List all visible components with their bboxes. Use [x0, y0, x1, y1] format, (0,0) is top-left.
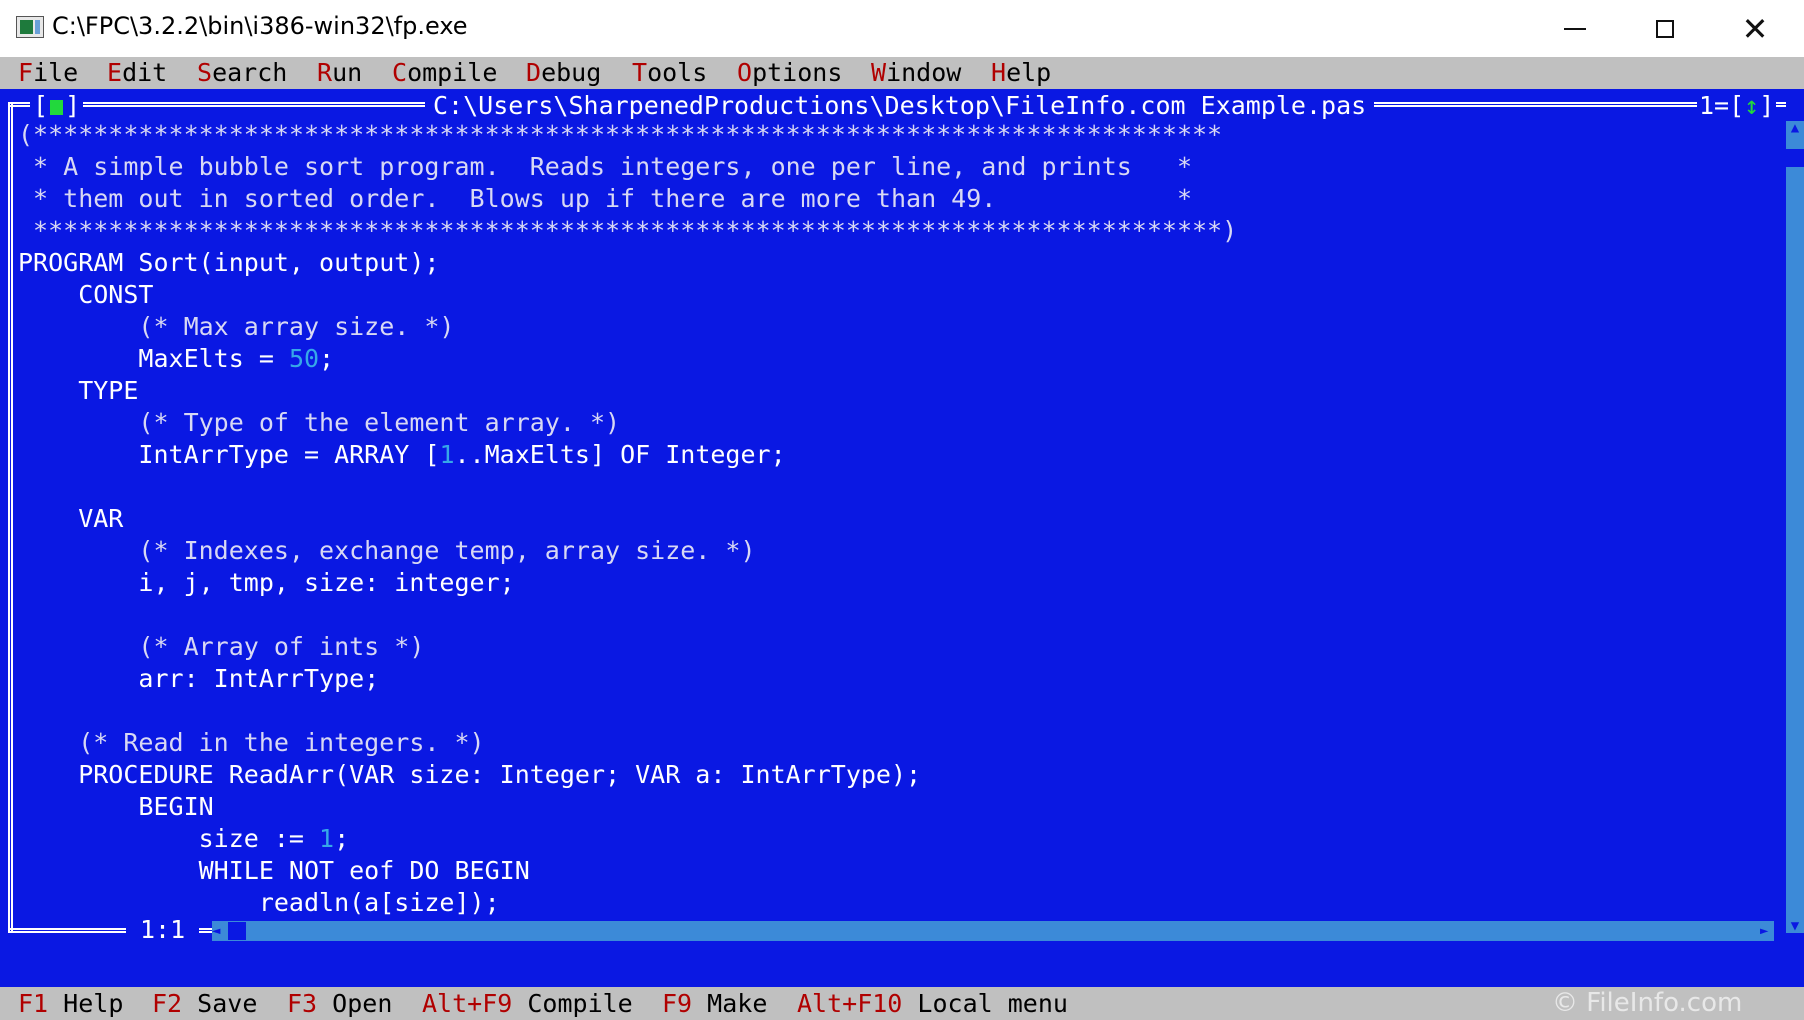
scroll-left-icon[interactable]: ◄ [212, 921, 226, 941]
code-token: ; [319, 344, 335, 373]
code-token: VAR [18, 504, 124, 533]
cursor-position: 1:1 [126, 915, 200, 945]
code-line[interactable]: BEGIN [18, 791, 214, 823]
menu-compile[interactable]: Compile [392, 57, 497, 89]
editor-window: [] C:\Users\SharpenedProductions\Desktop… [0, 89, 1804, 987]
code-line[interactable]: ****************************************… [18, 215, 1237, 247]
code-token: MaxElts = [18, 344, 289, 373]
code-number: 1 [319, 824, 335, 853]
code-comment: (* Max array size. *) [18, 312, 455, 341]
code-line[interactable]: (* Max array size. *) [18, 311, 455, 343]
minimize-icon [1564, 27, 1586, 30]
menu-options[interactable]: Options [737, 57, 842, 89]
code-comment: * A simple bubble sort program. Reads in… [18, 152, 1192, 181]
menu-run[interactable]: Run [317, 57, 362, 89]
zoom-icon[interactable]: ↕ [1744, 91, 1759, 120]
code-token: BEGIN [18, 792, 214, 821]
code-token: PROGRAM Sort(input, output); [18, 248, 440, 277]
code-line[interactable]: CONST [18, 279, 153, 311]
editor-file-title: C:\Users\SharpenedProductions\Desktop\Fi… [425, 91, 1375, 121]
code-comment: (* Array of ints *) [18, 632, 425, 661]
code-line[interactable]: i, j, tmp, size: integer; [18, 567, 515, 599]
code-line[interactable]: (* Indexes, exchange temp, array size. *… [18, 535, 756, 567]
status-f2-save[interactable]: F2 Save [152, 987, 257, 1020]
console-area: File Edit Search Run Compile Debug Tools… [0, 57, 1804, 1020]
code-comment: ****************************************… [18, 216, 1238, 245]
status-f1-help[interactable]: F1 Help [18, 987, 123, 1020]
close-window-icon [50, 100, 64, 115]
code-line[interactable]: PROCEDURE ReadArr(VAR size: Integer; VAR… [18, 759, 921, 791]
editor-frame-left [8, 102, 13, 933]
window-title-bar[interactable]: C:\FPC\3.2.2\bin\i386-win32\fp.exe ✕ [0, 0, 1804, 57]
code-token: PROCEDURE ReadArr(VAR size: Integer; VAR… [18, 760, 922, 789]
code-token: TYPE [18, 376, 139, 405]
watermark: © FileInfo.com [1552, 988, 1743, 1018]
vertical-scrollbar[interactable]: ▲ ▼ [1786, 121, 1804, 933]
close-icon: ✕ [1741, 9, 1769, 48]
code-line[interactable]: * A simple bubble sort program. Reads in… [18, 151, 1192, 183]
code-comment: (* Indexes, exchange temp, array size. *… [18, 536, 756, 565]
code-line[interactable]: VAR [18, 503, 123, 535]
code-editor[interactable]: (***************************************… [18, 119, 1778, 935]
menu-edit[interactable]: Edit [107, 57, 167, 89]
status-alt-f9-compile[interactable]: Alt+F9 Compile [422, 987, 633, 1020]
code-token: CONST [18, 280, 154, 309]
code-token: readln(a[size]); [18, 888, 500, 917]
code-line[interactable]: MaxElts = 50; [18, 343, 334, 375]
code-comment: (* Read in the integers. *) [18, 728, 485, 757]
code-token: IntArrType = ARRAY [ [18, 440, 440, 469]
code-line[interactable]: WHILE NOT eof DO BEGIN [18, 855, 530, 887]
status-alt-f10-local-menu[interactable]: Alt+F10 Local menu [797, 987, 1068, 1020]
code-line[interactable]: size := 1; [18, 823, 350, 855]
status-bar: F1 Help F2 Save F3 Open Alt+F9 Compile F… [0, 987, 1804, 1020]
window-title: C:\FPC\3.2.2\bin\i386-win32\fp.exe [52, 12, 468, 40]
menu-help[interactable]: Help [991, 57, 1051, 89]
maximize-button[interactable] [1620, 0, 1710, 57]
code-line[interactable]: (***************************************… [18, 119, 1222, 151]
editor-window-number[interactable]: 1=[↕] [1697, 91, 1777, 121]
scroll-down-icon[interactable]: ▼ [1787, 919, 1803, 933]
close-button[interactable]: ✕ [1710, 0, 1800, 57]
minimize-button[interactable] [1530, 0, 1620, 57]
menu-search[interactable]: Search [197, 57, 287, 89]
menu-tools[interactable]: Tools [632, 57, 707, 89]
editor-close-button[interactable]: [] [30, 91, 84, 121]
menu-file[interactable]: File [18, 57, 78, 89]
code-token: arr: IntArrType; [18, 664, 380, 693]
code-comment: * them out in sorted order. Blows up if … [18, 184, 1192, 213]
code-comment: (***************************************… [18, 120, 1223, 149]
code-line[interactable]: (* Array of ints *) [18, 631, 424, 663]
horizontal-scrollbar[interactable]: ◄ ► [212, 921, 1774, 941]
code-line[interactable]: (* Type of the element array. *) [18, 407, 620, 439]
code-token: ; [334, 824, 350, 853]
code-line[interactable]: * them out in sorted order. Blows up if … [18, 183, 1192, 215]
code-number: 1 [439, 440, 455, 469]
menu-debug[interactable]: Debug [526, 57, 601, 89]
status-f9-make[interactable]: F9 Make [662, 987, 767, 1020]
code-number: 50 [288, 344, 320, 373]
code-token: size := [18, 824, 320, 853]
scroll-right-icon[interactable]: ► [1760, 921, 1774, 941]
menu-window[interactable]: Window [871, 57, 961, 89]
code-line[interactable]: readln(a[size]); [18, 887, 500, 919]
menu-bar: File Edit Search Run Compile Debug Tools… [0, 57, 1804, 89]
code-token: WHILE NOT eof DO BEGIN [18, 856, 530, 885]
code-line[interactable]: TYPE [18, 375, 138, 407]
code-token: ..MaxElts] OF Integer; [454, 440, 786, 469]
code-token: i, j, tmp, size: integer; [18, 568, 515, 597]
terminal-app-icon [16, 16, 44, 38]
horizontal-scroll-thumb[interactable] [228, 922, 246, 940]
maximize-icon [1656, 19, 1674, 38]
vertical-scroll-thumb[interactable] [1786, 149, 1804, 167]
scroll-up-icon[interactable]: ▲ [1787, 121, 1803, 135]
code-line[interactable]: PROGRAM Sort(input, output); [18, 247, 439, 279]
code-line[interactable]: (* Read in the integers. *) [18, 727, 485, 759]
status-f3-open[interactable]: F3 Open [287, 987, 392, 1020]
code-line[interactable]: IntArrType = ARRAY [1..MaxElts] OF Integ… [18, 439, 786, 471]
code-line[interactable]: arr: IntArrType; [18, 663, 379, 695]
code-comment: (* Type of the element array. *) [18, 408, 621, 437]
